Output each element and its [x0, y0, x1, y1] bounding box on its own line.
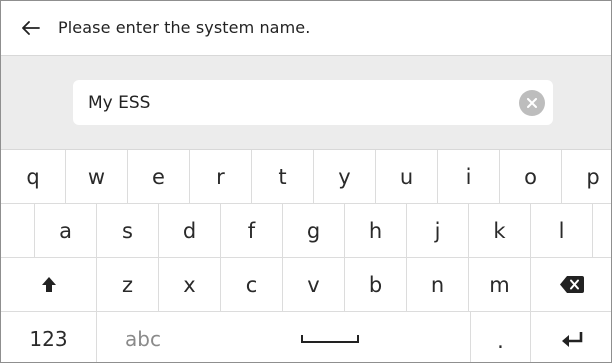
key-y[interactable]: y: [314, 150, 376, 203]
key-o[interactable]: o: [500, 150, 562, 203]
clear-button[interactable]: [519, 90, 545, 116]
key-spacer-left: [1, 204, 35, 257]
keyboard-row-4: 123 abc .: [1, 312, 611, 362]
keyboard-row-3: z x c v b n m: [1, 258, 611, 312]
key-f[interactable]: f: [221, 204, 283, 257]
key-k[interactable]: k: [469, 204, 531, 257]
input-area: [1, 56, 611, 149]
space-bar-icon: [300, 334, 359, 343]
shift-key[interactable]: [1, 258, 97, 311]
period-key[interactable]: .: [471, 312, 531, 362]
key-l[interactable]: l: [531, 204, 593, 257]
keyboard-row-1: q w e r t y u i o p: [1, 150, 611, 204]
key-n[interactable]: n: [407, 258, 469, 311]
key-m[interactable]: m: [469, 258, 531, 311]
enter-key[interactable]: [531, 312, 611, 362]
key-g[interactable]: g: [283, 204, 345, 257]
enter-return-icon: [562, 331, 583, 347]
system-name-input[interactable]: [88, 80, 508, 125]
key-x[interactable]: x: [159, 258, 221, 311]
backspace-icon: [560, 276, 584, 293]
header-bar: Please enter the system name.: [1, 1, 611, 56]
key-j[interactable]: j: [407, 204, 469, 257]
page-title: Please enter the system name.: [58, 18, 311, 37]
key-u[interactable]: u: [376, 150, 438, 203]
key-h[interactable]: h: [345, 204, 407, 257]
key-c[interactable]: c: [221, 258, 283, 311]
system-name-field[interactable]: [73, 80, 553, 125]
keyboard-row-2: a s d f g h j k l: [1, 204, 611, 258]
key-t[interactable]: t: [252, 150, 314, 203]
on-screen-keyboard: q w e r t y u i o p a s d f g h j k l z …: [1, 149, 611, 362]
key-v[interactable]: v: [283, 258, 345, 311]
key-d[interactable]: d: [159, 204, 221, 257]
shift-arrow-icon: [41, 277, 56, 292]
back-button[interactable]: [19, 17, 43, 39]
key-s[interactable]: s: [97, 204, 159, 257]
key-a[interactable]: a: [35, 204, 97, 257]
app-frame: Please enter the system name. q w e r t …: [0, 0, 612, 363]
key-q[interactable]: q: [1, 150, 66, 203]
key-e[interactable]: e: [128, 150, 190, 203]
clear-circle-icon: [527, 98, 537, 108]
backspace-key[interactable]: [531, 258, 611, 311]
key-p[interactable]: p: [562, 150, 611, 203]
key-z[interactable]: z: [97, 258, 159, 311]
space-key[interactable]: [189, 312, 471, 362]
arrow-left-icon: [22, 21, 40, 35]
key-b[interactable]: b: [345, 258, 407, 311]
key-w[interactable]: w: [66, 150, 128, 203]
key-r[interactable]: r: [190, 150, 252, 203]
numbers-key[interactable]: 123: [1, 312, 97, 362]
key-i[interactable]: i: [438, 150, 500, 203]
abc-key[interactable]: abc: [97, 312, 189, 362]
key-spacer-right: [593, 204, 611, 257]
